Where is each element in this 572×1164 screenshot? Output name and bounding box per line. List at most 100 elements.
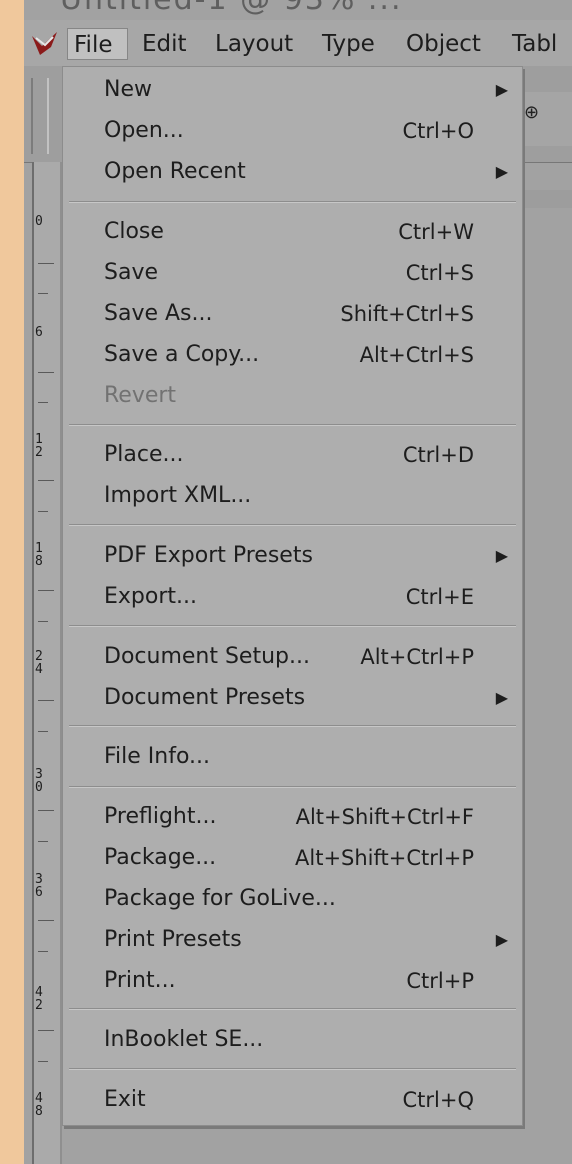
menu-item-export[interactable]: Export... Ctrl+E: [63, 579, 522, 615]
ruler-label: 0: [35, 214, 43, 229]
menu-item-revert: Revert: [63, 378, 522, 414]
menu-separator: [69, 786, 516, 788]
ruler-tick: [38, 1061, 48, 1062]
menubar-edit-label: Edit: [142, 31, 187, 57]
ruler-tick: [38, 590, 54, 591]
ruler-tick: [38, 402, 48, 403]
menu-separator: [69, 424, 516, 426]
menu-shortcut: Ctrl+E: [405, 585, 474, 609]
menu-item-print-presets[interactable]: Print Presets ▶: [63, 922, 522, 958]
menubar-file[interactable]: File: [67, 28, 128, 60]
menu-separator: [69, 1068, 516, 1070]
menubar-type[interactable]: Type: [316, 28, 384, 60]
menu-item-exit[interactable]: Exit Ctrl+Q: [63, 1082, 522, 1118]
ruler-label: 36: [35, 872, 43, 900]
menu-label: Print Presets: [104, 927, 242, 952]
menu-shortcut: Ctrl+D: [402, 443, 474, 467]
menu-separator: [69, 725, 516, 727]
menu-item-package[interactable]: Package... Alt+Shift+Ctrl+P: [63, 840, 522, 876]
menu-label: Document Setup...: [104, 644, 310, 669]
ruler-tick: [38, 621, 48, 622]
menu-label: Package for GoLive...: [104, 886, 336, 911]
menu-item-import-xml[interactable]: Import XML...: [63, 478, 522, 514]
menu-shortcut: Shift+Ctrl+S: [340, 302, 474, 326]
submenu-arrow-icon: ▶: [495, 80, 508, 99]
ruler-label: 24: [35, 649, 43, 677]
menu-item-place[interactable]: Place... Ctrl+D: [63, 437, 522, 473]
app-icon[interactable]: [30, 28, 60, 58]
ruler-label: 6: [35, 325, 43, 340]
ruler-label: 48: [35, 1091, 43, 1119]
menu-item-save[interactable]: Save Ctrl+S: [63, 255, 522, 291]
menu-item-package-for-golive[interactable]: Package for GoLive...: [63, 881, 522, 917]
ruler-tick: [38, 480, 54, 481]
menu-label: InBooklet SE...: [104, 1027, 264, 1052]
toolbar-grip[interactable]: [31, 78, 49, 154]
menu-item-save-as[interactable]: Save As... Shift+Ctrl+S: [63, 296, 522, 332]
ruler-tick: [38, 841, 48, 842]
menu-label: Import XML...: [104, 483, 252, 508]
menubar-object[interactable]: Object: [400, 28, 492, 60]
menu-label: Open Recent: [104, 159, 246, 184]
menu-item-inbooklet-se[interactable]: InBooklet SE...: [63, 1022, 522, 1058]
menu-label: Preflight...: [104, 804, 217, 829]
menu-shortcut: Ctrl+P: [406, 969, 474, 993]
menubar-edit[interactable]: Edit: [136, 28, 192, 60]
tool-icon[interactable]: ⊕: [524, 102, 539, 126]
menu-separator: [69, 1008, 516, 1010]
ruler-label: 12: [35, 432, 43, 460]
ruler-tick: [38, 951, 48, 952]
menu-label: Open...: [104, 118, 184, 143]
menu-label: PDF Export Presets: [104, 543, 313, 568]
submenu-arrow-icon: ▶: [495, 688, 508, 707]
ruler-tick: [38, 920, 54, 921]
submenu-arrow-icon: ▶: [495, 546, 508, 565]
window-title-fragment: Untitled-1 @ 93% ...: [60, 0, 572, 16]
menu-shortcut: Alt+Ctrl+P: [360, 645, 474, 669]
menu-label: Place...: [104, 442, 184, 467]
menu-item-close[interactable]: Close Ctrl+W: [63, 214, 522, 250]
menu-item-open-recent[interactable]: Open Recent ▶: [63, 154, 522, 190]
menu-item-preflight[interactable]: Preflight... Alt+Shift+Ctrl+F: [63, 799, 522, 835]
menu-label: Revert: [104, 383, 177, 408]
menu-item-new[interactable]: New ▶: [63, 72, 522, 108]
ruler-tick: [38, 810, 54, 811]
menubar-object-label: Object: [406, 31, 481, 57]
menu-item-file-info[interactable]: File Info...: [63, 739, 522, 775]
ruler-tick: [38, 263, 54, 264]
submenu-arrow-icon: ▶: [495, 930, 508, 949]
menu-shortcut: Ctrl+Q: [402, 1088, 475, 1112]
ruler-tick: [38, 372, 54, 373]
menubar-table-label: Tabl: [512, 31, 558, 57]
ruler-tick: [38, 731, 48, 732]
menu-item-document-setup[interactable]: Document Setup... Alt+Ctrl+P: [63, 639, 522, 675]
menu-bar: File Edit Layout Type Object Tabl: [24, 20, 572, 67]
menu-label: Export...: [104, 584, 197, 609]
menu-label: Save As...: [104, 301, 213, 326]
menu-label: Document Presets: [104, 685, 306, 710]
menu-label: Save a Copy...: [104, 342, 260, 367]
ruler-label: 30: [35, 767, 43, 795]
menu-shortcut: Alt+Ctrl+S: [359, 343, 474, 367]
menu-item-pdf-export-presets[interactable]: PDF Export Presets ▶: [63, 538, 522, 574]
file-menu-dropdown: New ▶ Open... Ctrl+O Open Recent ▶ Close…: [62, 66, 523, 1126]
menubar-table[interactable]: Tabl: [506, 28, 572, 60]
ruler-tick: [38, 700, 54, 701]
menu-item-document-presets[interactable]: Document Presets ▶: [63, 680, 522, 716]
menu-separator: [69, 625, 516, 627]
menubar-type-label: Type: [322, 31, 375, 57]
menu-item-open[interactable]: Open... Ctrl+O: [63, 113, 522, 149]
menu-shortcut: Alt+Shift+Ctrl+P: [295, 846, 474, 870]
menu-label: Close: [104, 219, 164, 244]
menu-label: Print...: [104, 968, 176, 993]
ruler-label: 18: [35, 541, 43, 569]
menu-separator: [69, 524, 516, 526]
menu-item-print[interactable]: Print... Ctrl+P: [63, 963, 522, 999]
menubar-layout[interactable]: Layout: [209, 28, 301, 60]
menubar-layout-label: Layout: [215, 31, 294, 57]
ruler-tick: [38, 293, 48, 294]
menu-shortcut: Alt+Shift+Ctrl+F: [295, 805, 474, 829]
menu-item-save-a-copy[interactable]: Save a Copy... Alt+Ctrl+S: [63, 337, 522, 373]
menu-label: New: [104, 77, 152, 102]
ruler-label: 42: [35, 985, 43, 1013]
